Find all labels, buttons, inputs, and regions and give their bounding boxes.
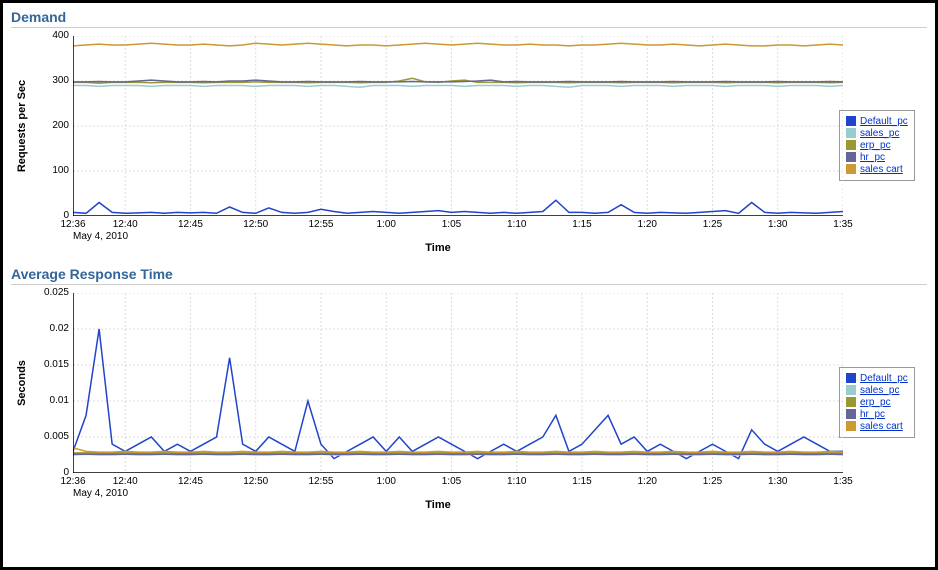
x-tick: 12:36 xyxy=(60,476,85,487)
y-axis-label: Seconds xyxy=(16,360,28,406)
legend-item[interactable]: Default_pc xyxy=(846,116,908,127)
chart-title: Average Response Time xyxy=(11,264,927,285)
plot-area: 00.0050.010.0150.020.02512:3612:4012:451… xyxy=(73,293,843,473)
x-tick: 1:15 xyxy=(572,219,591,230)
x-tick: 1:25 xyxy=(703,219,722,230)
x-tick: 12:36 xyxy=(60,219,85,230)
chart-section-0: Demand Requests per Sec 010020030040012:36… xyxy=(11,7,927,254)
y-tick: 0.015 xyxy=(33,360,69,370)
legend-swatch xyxy=(846,152,856,162)
x-tick: 12:55 xyxy=(308,219,333,230)
legend-swatch xyxy=(846,140,856,150)
legend-item[interactable]: erp_pc xyxy=(846,140,908,151)
y-tick: 0.02 xyxy=(33,324,69,334)
legend-label[interactable]: sales_pc xyxy=(860,385,899,396)
y-tick: 300 xyxy=(33,76,69,86)
x-date-label: May 4, 2010 xyxy=(73,231,128,242)
x-tick: 12:55 xyxy=(308,476,333,487)
legend-item[interactable]: sales_pc xyxy=(846,128,908,139)
x-tick: 12:45 xyxy=(178,219,203,230)
legend-label[interactable]: erp_pc xyxy=(860,140,891,151)
x-tick: 12:40 xyxy=(113,476,138,487)
series-line xyxy=(73,200,843,213)
legend-item[interactable]: erp_pc xyxy=(846,397,908,408)
x-tick: 12:50 xyxy=(243,476,268,487)
legend-item[interactable]: sales cart xyxy=(846,421,908,432)
series-line xyxy=(73,86,843,88)
legend-swatch xyxy=(846,373,856,383)
series-line xyxy=(73,329,843,459)
x-tick: 12:40 xyxy=(113,219,138,230)
legend-swatch xyxy=(846,385,856,395)
legend-item[interactable]: Default_pc xyxy=(846,373,908,384)
x-tick: 1:35 xyxy=(833,476,852,487)
x-tick: 1:15 xyxy=(572,476,591,487)
legend-label[interactable]: hr_pc xyxy=(860,152,885,163)
x-axis-label: Time xyxy=(33,242,843,254)
y-tick: 400 xyxy=(33,31,69,41)
chart-svg xyxy=(73,36,843,216)
legend: Default_pcsales_pcerp_pchr_pcsales cart xyxy=(839,367,915,438)
legend-item[interactable]: hr_pc xyxy=(846,152,908,163)
y-tick: 0.005 xyxy=(33,432,69,442)
x-tick: 1:20 xyxy=(638,476,657,487)
legend-label[interactable]: sales_pc xyxy=(860,128,899,139)
x-tick: 1:05 xyxy=(442,476,461,487)
legend-swatch xyxy=(846,128,856,138)
legend-label[interactable]: Default_pc xyxy=(860,116,908,127)
legend: Default_pcsales_pcerp_pchr_pcsales cart xyxy=(839,110,915,181)
x-tick: 1:00 xyxy=(376,476,395,487)
x-axis-label: Time xyxy=(33,499,843,511)
x-tick: 1:25 xyxy=(703,476,722,487)
x-tick: 12:45 xyxy=(178,476,203,487)
x-tick: 1:30 xyxy=(768,219,787,230)
x-tick: 1:30 xyxy=(768,476,787,487)
legend-label[interactable]: sales cart xyxy=(860,421,903,432)
x-tick: 12:50 xyxy=(243,219,268,230)
series-line xyxy=(73,43,843,46)
legend-label[interactable]: sales cart xyxy=(860,164,903,175)
chart-title: Demand xyxy=(11,7,927,28)
legend-label[interactable]: erp_pc xyxy=(860,397,891,408)
y-axis-label: Requests per Sec xyxy=(16,80,28,172)
legend-swatch xyxy=(846,409,856,419)
y-tick: 100 xyxy=(33,166,69,176)
legend-swatch xyxy=(846,116,856,126)
legend-label[interactable]: hr_pc xyxy=(860,409,885,420)
x-date-label: May 4, 2010 xyxy=(73,488,128,499)
legend-swatch xyxy=(846,421,856,431)
x-tick: 1:20 xyxy=(638,219,657,230)
legend-label[interactable]: Default_pc xyxy=(860,373,908,384)
x-tick: 1:10 xyxy=(507,476,526,487)
legend-swatch xyxy=(846,164,856,174)
chart-section-1: Average Response Time Seconds 00.0050.010.… xyxy=(11,264,927,511)
y-tick: 0.025 xyxy=(33,288,69,298)
legend-item[interactable]: sales cart xyxy=(846,164,908,175)
x-tick: 1:00 xyxy=(376,219,395,230)
legend-swatch xyxy=(846,397,856,407)
x-tick: 1:05 xyxy=(442,219,461,230)
x-tick: 1:10 xyxy=(507,219,526,230)
y-tick: 0.01 xyxy=(33,396,69,406)
legend-item[interactable]: hr_pc xyxy=(846,409,908,420)
y-tick: 200 xyxy=(33,121,69,131)
plot-area: 010020030040012:3612:4012:4512:5012:551:… xyxy=(73,36,843,216)
legend-item[interactable]: sales_pc xyxy=(846,385,908,396)
chart-svg xyxy=(73,293,843,473)
x-tick: 1:35 xyxy=(833,219,852,230)
